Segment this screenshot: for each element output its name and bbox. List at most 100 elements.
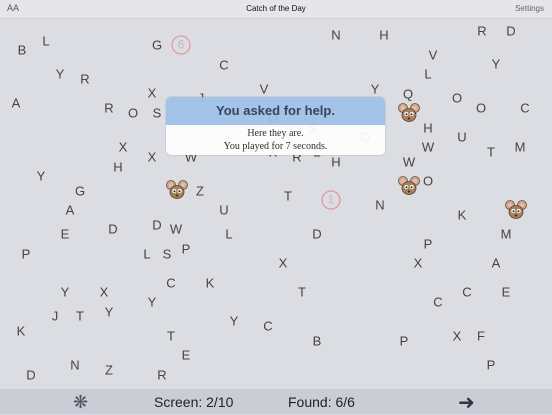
letter-tile[interactable]: C bbox=[166, 277, 175, 290]
letter-tile[interactable]: S bbox=[163, 248, 172, 261]
letter-tile[interactable]: C bbox=[520, 102, 529, 115]
letter-tile[interactable]: G bbox=[152, 39, 162, 52]
game-field[interactable]: BLGNHRDVYCYRLVYQAXJOROSOCOSHUOEXWTMXWXRL… bbox=[0, 19, 552, 389]
letter-tile[interactable]: Y bbox=[105, 306, 114, 319]
letter-tile[interactable]: X bbox=[279, 257, 288, 270]
letter-tile[interactable]: W bbox=[403, 156, 415, 169]
letter-tile[interactable]: H bbox=[423, 122, 432, 135]
letter-tile[interactable]: X bbox=[119, 141, 128, 154]
letter-tile[interactable]: Y bbox=[230, 315, 239, 328]
settings-button[interactable]: Settings bbox=[515, 4, 544, 13]
letter-tile[interactable]: H bbox=[379, 29, 388, 42]
letter-tile[interactable]: E bbox=[61, 228, 70, 241]
letter-tile[interactable]: K bbox=[206, 277, 215, 290]
letter-tile[interactable]: Y bbox=[371, 83, 380, 96]
letter-tile[interactable]: Y bbox=[56, 68, 65, 81]
letter-tile[interactable]: J bbox=[52, 310, 59, 323]
letter-tile[interactable]: Z bbox=[196, 185, 204, 198]
letter-tile[interactable]: T bbox=[76, 310, 84, 323]
letter-tile[interactable]: U bbox=[457, 131, 466, 144]
letter-tile[interactable]: R bbox=[477, 25, 486, 38]
circled-number[interactable]: 6 bbox=[171, 35, 191, 55]
letter-tile[interactable]: X bbox=[100, 286, 109, 299]
next-arrow-icon[interactable]: ➜ bbox=[458, 390, 475, 415]
letter-tile[interactable]: C bbox=[433, 296, 442, 309]
letter-tile[interactable]: O bbox=[452, 92, 462, 105]
letter-tile[interactable]: L bbox=[225, 228, 232, 241]
screen-counter: Screen: 2/10 bbox=[154, 394, 234, 410]
letter-tile[interactable]: D bbox=[26, 369, 35, 382]
letter-tile[interactable]: Z bbox=[105, 364, 113, 377]
letter-tile[interactable]: F bbox=[477, 330, 485, 343]
circled-number[interactable]: 1 bbox=[321, 190, 341, 210]
letter-tile[interactable]: B bbox=[313, 335, 322, 348]
popup-time-message: You played for 7 seconds. bbox=[223, 141, 328, 152]
letter-tile[interactable]: Y bbox=[61, 286, 70, 299]
letter-tile[interactable]: P bbox=[22, 248, 31, 261]
letter-tile[interactable]: T bbox=[167, 330, 175, 343]
letter-tile[interactable]: A bbox=[492, 257, 501, 270]
letter-tile[interactable]: L bbox=[143, 248, 150, 261]
letter-tile[interactable]: D bbox=[152, 219, 161, 232]
letter-tile[interactable]: Y bbox=[37, 170, 46, 183]
letter-tile[interactable]: P bbox=[424, 238, 433, 251]
letter-tile[interactable]: L bbox=[42, 35, 49, 48]
mouse-icon[interactable] bbox=[166, 179, 188, 201]
letter-tile[interactable]: B bbox=[18, 44, 27, 57]
letter-tile[interactable]: O bbox=[128, 107, 138, 120]
letter-tile[interactable]: W bbox=[170, 223, 182, 236]
letter-tile[interactable]: N bbox=[331, 29, 340, 42]
letter-tile[interactable]: C bbox=[219, 59, 228, 72]
letter-tile[interactable]: V bbox=[260, 83, 269, 96]
letter-tile[interactable]: D bbox=[108, 223, 117, 236]
letter-tile[interactable]: R bbox=[104, 102, 113, 115]
letter-tile[interactable]: P bbox=[400, 335, 409, 348]
letter-tile[interactable]: R bbox=[157, 369, 166, 382]
letter-tile[interactable]: E bbox=[182, 349, 191, 362]
mouse-icon[interactable] bbox=[505, 199, 527, 221]
letter-tile[interactable]: R bbox=[80, 73, 89, 86]
letter-tile[interactable]: O bbox=[476, 102, 486, 115]
letter-tile[interactable]: U bbox=[219, 204, 228, 217]
letter-tile[interactable]: H bbox=[331, 156, 340, 169]
letter-tile[interactable]: N bbox=[375, 199, 384, 212]
letter-tile[interactable]: D bbox=[506, 25, 515, 38]
letter-tile[interactable]: Y bbox=[148, 296, 157, 309]
letter-tile[interactable]: X bbox=[453, 330, 462, 343]
letter-tile[interactable]: N bbox=[70, 359, 79, 372]
letter-tile[interactable]: E bbox=[502, 286, 511, 299]
letter-tile[interactable]: A bbox=[12, 97, 21, 110]
letter-tile[interactable]: X bbox=[414, 257, 423, 270]
letter-tile[interactable]: T bbox=[284, 190, 292, 203]
letter-tile[interactable]: Q bbox=[403, 88, 413, 101]
letter-tile[interactable]: L bbox=[424, 68, 431, 81]
letter-tile[interactable]: X bbox=[148, 151, 157, 164]
mouse-icon[interactable] bbox=[398, 175, 420, 197]
page-title: Catch of the Day bbox=[246, 4, 306, 13]
letter-tile[interactable]: O bbox=[423, 175, 433, 188]
popup-message: Here they are. bbox=[247, 128, 304, 139]
letter-tile[interactable]: T bbox=[487, 146, 495, 159]
popup-title: You asked for help. bbox=[166, 97, 385, 125]
letter-tile[interactable]: P bbox=[487, 359, 496, 372]
letter-tile[interactable]: T bbox=[298, 286, 306, 299]
letter-tile[interactable]: S bbox=[153, 107, 162, 120]
letter-tile[interactable]: C bbox=[263, 320, 272, 333]
letter-tile[interactable]: H bbox=[113, 161, 122, 174]
letter-tile[interactable]: W bbox=[422, 141, 434, 154]
mouse-icon[interactable] bbox=[398, 102, 420, 124]
letter-tile[interactable]: M bbox=[501, 228, 512, 241]
letter-tile[interactable]: X bbox=[148, 87, 157, 100]
letter-tile[interactable]: K bbox=[458, 209, 467, 222]
letter-tile[interactable]: A bbox=[66, 204, 75, 217]
letter-tile[interactable]: G bbox=[75, 185, 85, 198]
letter-tile[interactable]: Y bbox=[492, 58, 501, 71]
letter-tile[interactable]: P bbox=[182, 243, 191, 256]
letter-tile[interactable]: D bbox=[312, 228, 321, 241]
found-counter: Found: 6/6 bbox=[288, 394, 355, 410]
gear-icon[interactable]: ❋ bbox=[73, 392, 88, 413]
letter-tile[interactable]: C bbox=[462, 286, 471, 299]
letter-tile[interactable]: V bbox=[429, 49, 438, 62]
letter-tile[interactable]: M bbox=[515, 141, 526, 154]
letter-tile[interactable]: K bbox=[17, 325, 26, 338]
